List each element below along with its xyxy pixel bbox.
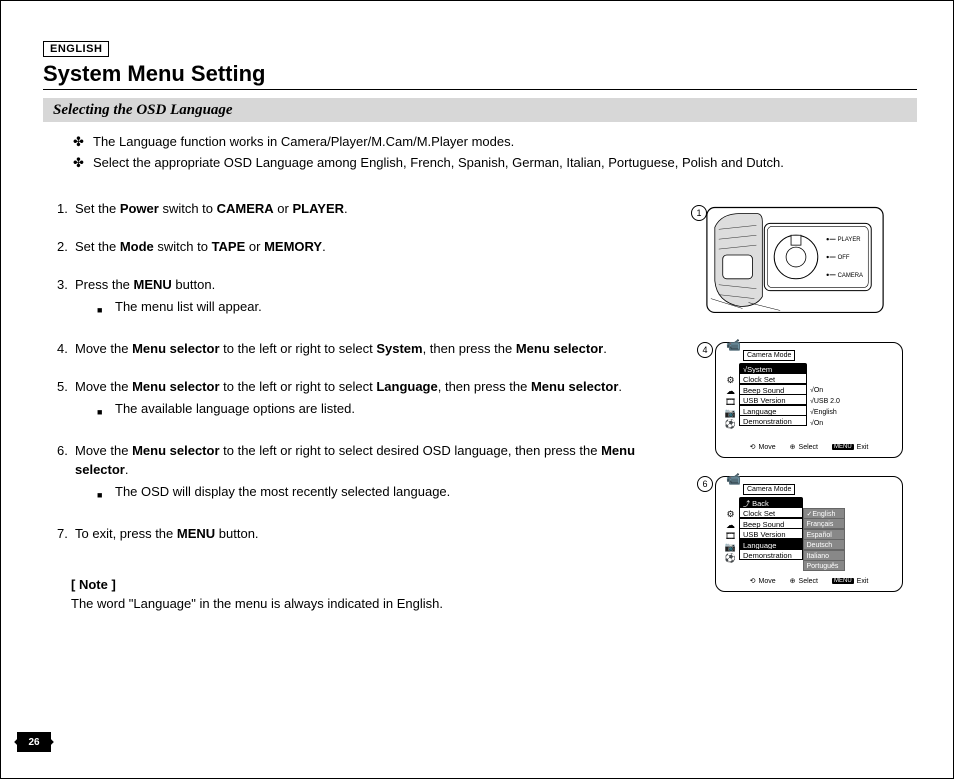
camera-small-icon: 📷 (725, 542, 736, 552)
menu-item: Demonstration (739, 415, 807, 426)
soccer-icon: ⚽ (725, 553, 736, 563)
mode-label: Camera Mode (743, 350, 795, 361)
note-block: [ Note ] The word "Language" in the menu… (57, 575, 677, 613)
menu-value: √English (810, 407, 840, 418)
switch-label-off: OFF (838, 255, 850, 261)
language-option: ✓English (803, 508, 845, 519)
film-icon: 🎞 (725, 531, 736, 541)
camera-small-icon: 📷 (725, 408, 736, 418)
step-item: 3. Press the MENU button. ■The menu list… (57, 275, 677, 320)
diagram-number-badge: 1 (691, 205, 707, 221)
menu-item: Beep Sound (739, 384, 807, 395)
menu-value: √USB 2.0 (810, 396, 840, 407)
language-option: Deutsch (803, 539, 845, 550)
menu-value: √On (810, 418, 840, 429)
film-icon: 🎞 (725, 397, 736, 407)
step-number: 2. (57, 237, 75, 256)
language-option: Français (803, 518, 845, 529)
menu-chip-icon: MENU (832, 578, 854, 584)
page-title: System Menu Setting (43, 61, 917, 90)
bullet-item: ✤ Select the appropriate OSD Language am… (73, 153, 917, 173)
menu-item: Demonstration (739, 549, 803, 560)
step-number: 7. (57, 524, 75, 543)
language-option: Italiano (803, 550, 845, 561)
step-number: 1. (57, 199, 75, 218)
step-number: 6. (57, 441, 75, 505)
gear-icon: ⚙ (725, 509, 736, 519)
cloud-icon: ☁ (725, 386, 736, 396)
menu-item: Clock Set (739, 507, 803, 518)
camera-icon: 📹 (726, 473, 741, 485)
page-number: 26 (17, 732, 51, 752)
step-number: 4. (57, 339, 75, 358)
bullet-text: Select the appropriate OSD Language amon… (93, 153, 784, 173)
bullet-mark-icon: ✤ (73, 153, 93, 173)
step-number: 5. (57, 377, 75, 422)
diagram-power-switch: 1 PLAYER OFF CAMERA (697, 199, 917, 324)
switch-label-player: PLAYER (838, 237, 862, 243)
step-item: 7. To exit, press the MENU button. (57, 524, 677, 543)
menu-item: Clock Set (739, 373, 807, 384)
menu-value (810, 374, 840, 385)
cloud-icon: ☁ (725, 520, 736, 530)
subtitle-bar: Selecting the OSD Language (43, 98, 917, 122)
menu-item-back: ⤴ Back (739, 497, 803, 508)
step-item: 5. Move the Menu selector to the left or… (57, 377, 677, 422)
note-label: [ Note ] (71, 575, 677, 594)
select-icon: ⊕ (790, 577, 796, 585)
bullet-text: The Language function works in Camera/Pl… (93, 132, 514, 152)
menu-item: Language (739, 405, 807, 416)
language-option: Español (803, 529, 845, 540)
step-item: 2. Set the Mode switch to TAPE or MEMORY… (57, 237, 677, 256)
bullet-mark-icon: ✤ (73, 132, 93, 152)
switch-label-camera: CAMERA (838, 273, 863, 279)
move-icon: ⟲ (750, 577, 756, 585)
mode-label: Camera Mode (743, 484, 795, 495)
gear-icon: ⚙ (725, 375, 736, 385)
menu-value: √On (810, 385, 840, 396)
square-bullet-icon: ■ (97, 399, 115, 422)
menu-chip-icon: MENU (832, 444, 854, 450)
note-text: The word "Language" in the menu is alway… (71, 594, 677, 613)
step-number: 3. (57, 275, 75, 320)
diagram-number-badge: 6 (697, 476, 713, 492)
diagram-menu-language: 6 📹 Camera Mode ⚙ ☁ 🎞 📷 ⚽ ⤴ Back (697, 476, 917, 592)
square-bullet-icon: ■ (97, 297, 115, 320)
bullet-item: ✤ The Language function works in Camera/… (73, 132, 917, 152)
menu-item: Beep Sound (739, 518, 803, 529)
menu-item: USB Version (739, 394, 807, 405)
diagram-number-badge: 4 (697, 342, 713, 358)
step-item: 4. Move the Menu selector to the left or… (57, 339, 677, 358)
language-option: Português (803, 560, 845, 571)
move-icon: ⟲ (750, 443, 756, 451)
power-switch-illustration: PLAYER OFF CAMERA (697, 199, 895, 319)
diagram-menu-system: 4 📹 Camera Mode ⚙ ☁ 🎞 📷 ⚽ √System (697, 342, 917, 458)
select-icon: ⊕ (790, 443, 796, 451)
language-indicator: ENGLISH (43, 41, 109, 57)
square-bullet-icon: ■ (97, 482, 115, 505)
menu-item-system: √System (739, 363, 807, 374)
step-item: 1. Set the Power switch to CAMERA or PLA… (57, 199, 677, 218)
step-item: 6. Move the Menu selector to the left or… (57, 441, 677, 505)
menu-item-language: Language (739, 539, 803, 550)
soccer-icon: ⚽ (725, 419, 736, 429)
subtitle: Selecting the OSD Language (53, 102, 233, 118)
menu-item: USB Version (739, 528, 803, 539)
camera-icon: 📹 (726, 339, 741, 351)
